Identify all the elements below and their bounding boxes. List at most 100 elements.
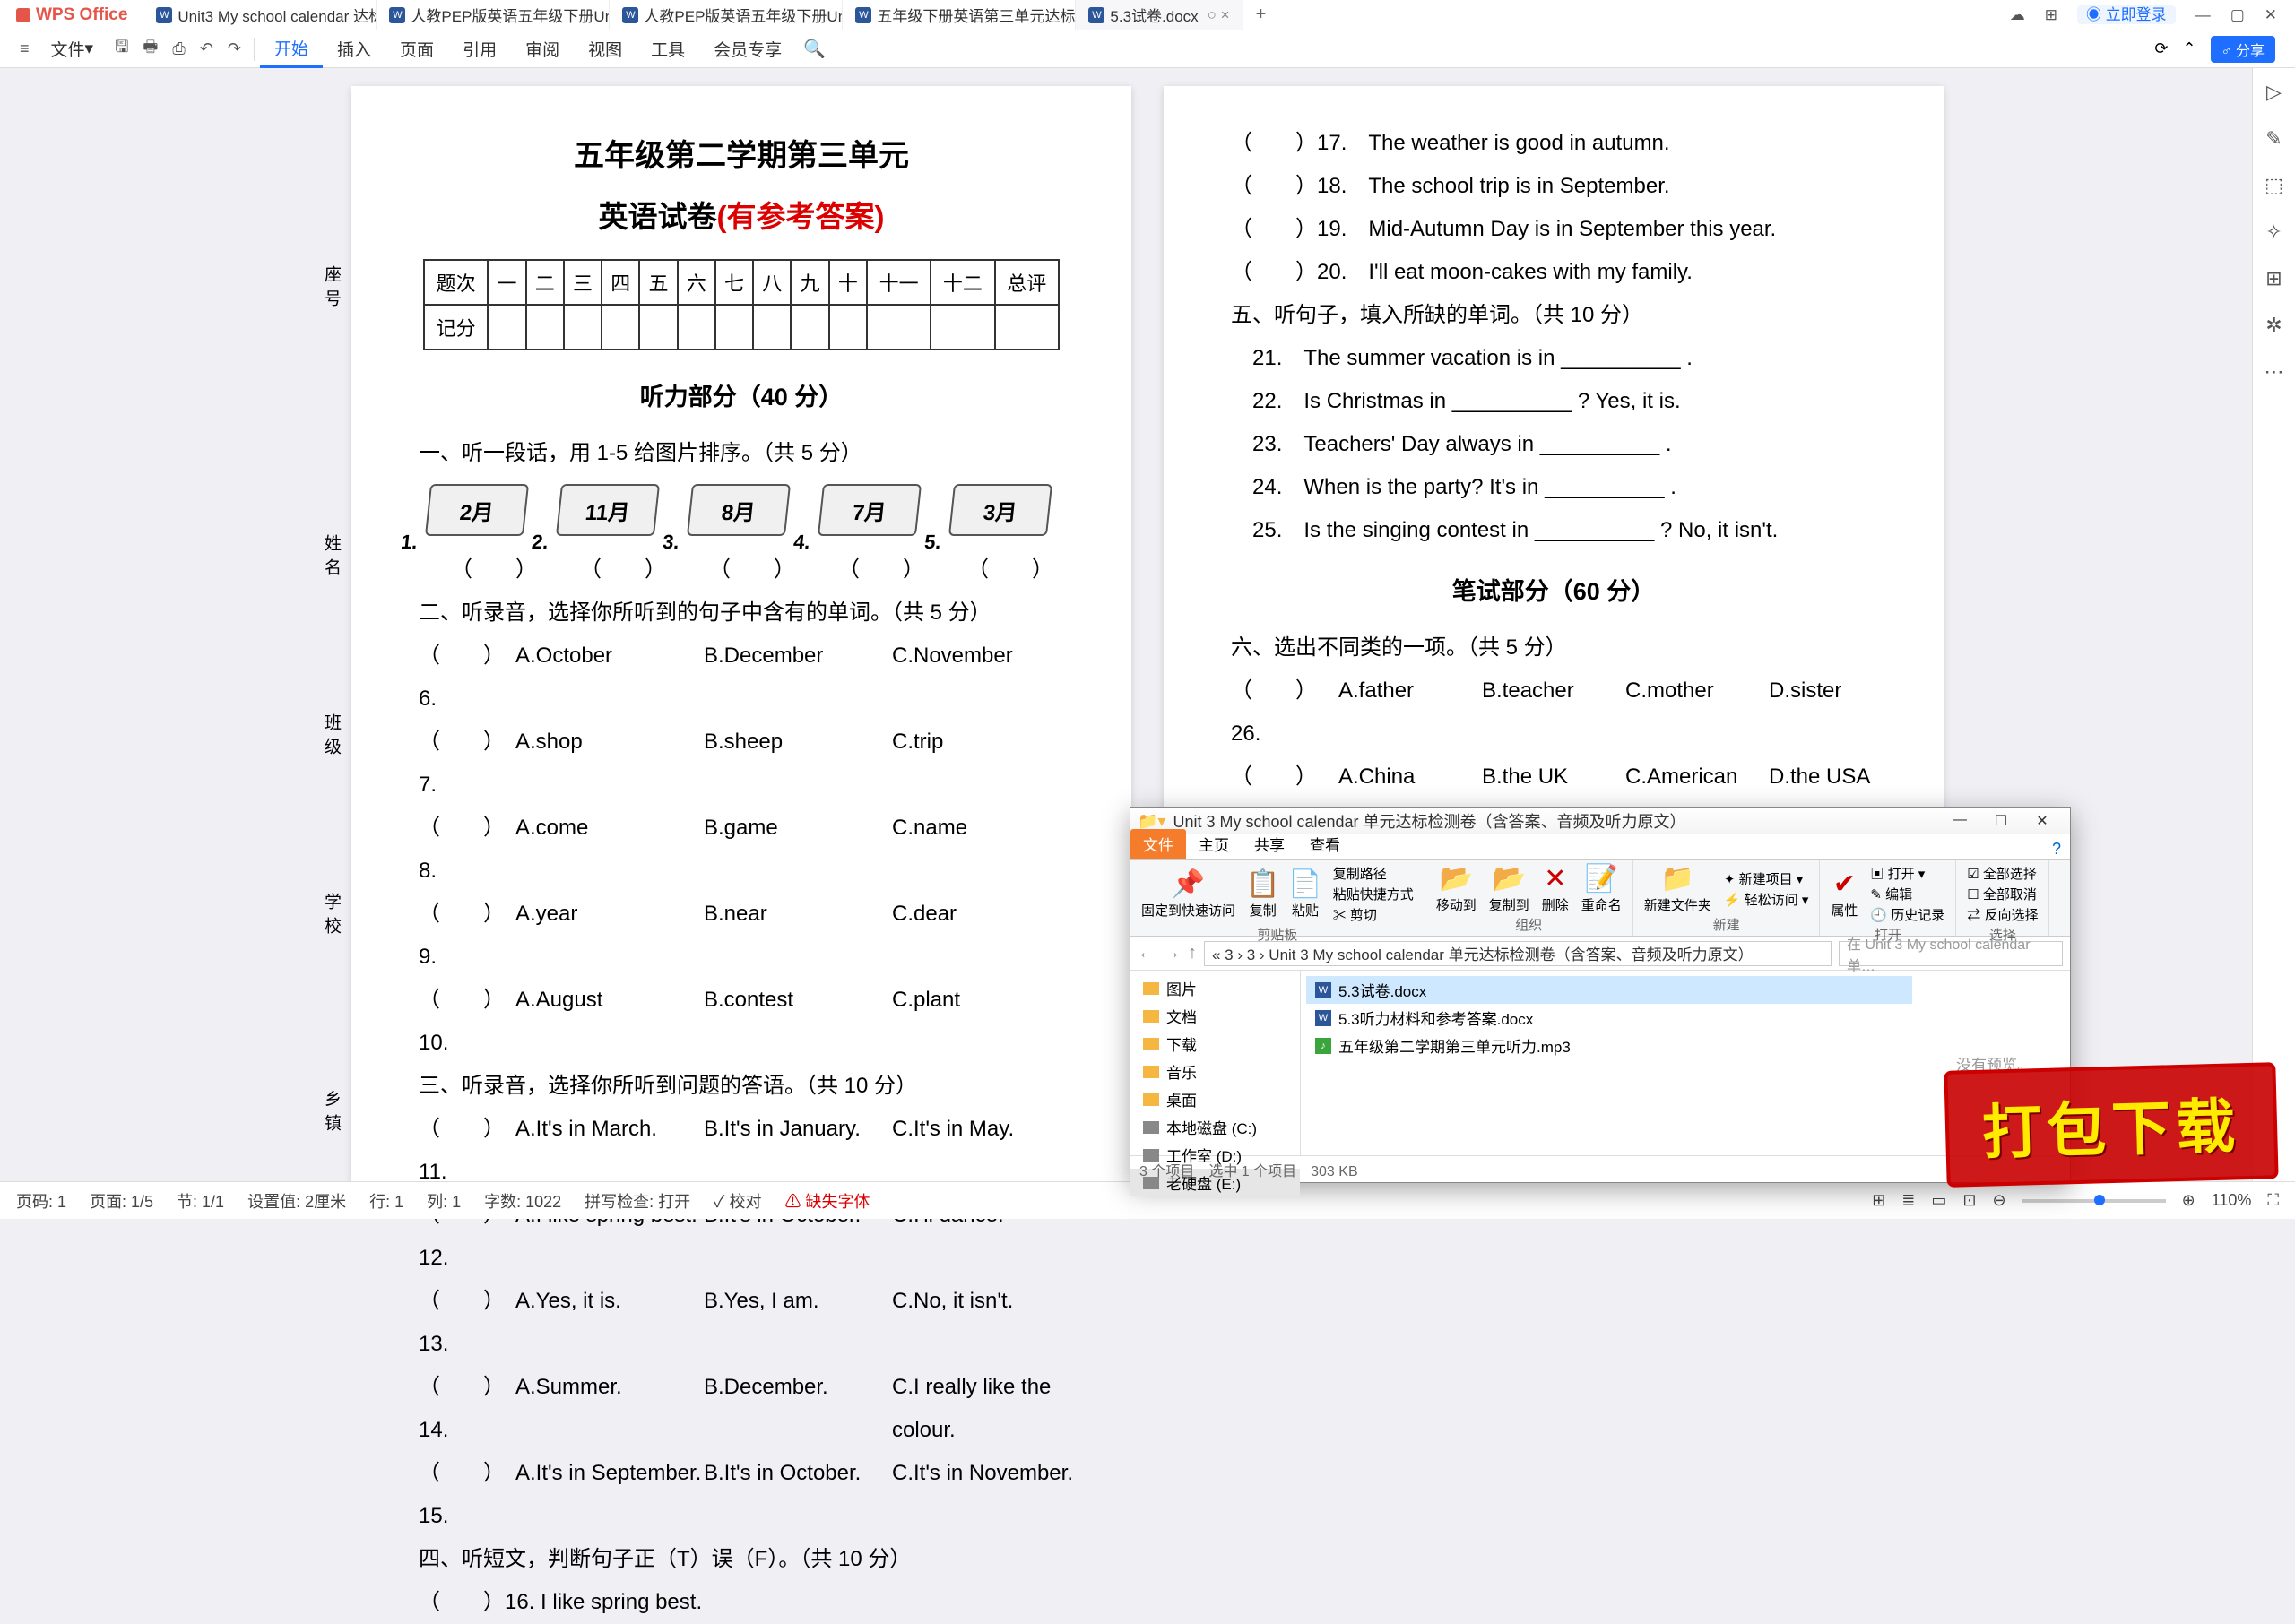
close-icon[interactable]: ○ × xyxy=(1208,6,1230,24)
question-line: （ ）18. The school trip is in September. xyxy=(1222,165,1885,208)
select-invert[interactable]: ⇄ 反向选择 xyxy=(1965,904,2040,925)
view-icon[interactable]: ▭ xyxy=(1931,1191,1946,1210)
doc-tab-active[interactable]: W5.3试卷.docx○ × xyxy=(1076,0,1243,30)
file-list[interactable]: W5.3试卷.docx W5.3听力材料和参考答案.docx ♪五年级第二学期第… xyxy=(1301,971,1918,1155)
copyto-icon[interactable]: 📂 xyxy=(1493,864,1526,894)
file-menu[interactable]: 文件 ▾ xyxy=(37,30,108,68)
paste-shortcut[interactable]: 粘贴快捷方式 xyxy=(1331,884,1416,904)
new-item[interactable]: ✦ 新建项目 ▾ xyxy=(1722,868,1811,889)
zoom-in[interactable]: ⊕ xyxy=(2182,1191,2195,1210)
nav-item[interactable]: 本地磁盘 (C:) xyxy=(1130,1113,1300,1141)
pin-icon[interactable]: ⌃ xyxy=(2182,39,2195,58)
doc-tab[interactable]: W人教PEP版英语五年级下册Unit3Mys… xyxy=(610,0,843,30)
select-none[interactable]: ☐ 全部取消 xyxy=(1965,884,2040,904)
nav-item[interactable]: 图片 xyxy=(1130,974,1300,1002)
minimize-icon[interactable]: — xyxy=(1939,812,1980,830)
app-icon[interactable]: ⊞ xyxy=(2045,7,2057,22)
explorer-status: 3 个项目 选中 1 个项目 303 KB xyxy=(1130,1155,2070,1182)
edit-btn[interactable]: ✎ 编辑 xyxy=(1868,884,1946,904)
select-icon[interactable]: ⬚ xyxy=(2265,174,2283,197)
file-item[interactable]: W5.3试卷.docx xyxy=(1306,976,1912,1004)
redo-icon[interactable]: ↷ xyxy=(221,39,248,58)
back-icon[interactable]: ← xyxy=(1138,943,1156,963)
arrow-icon[interactable]: ▷ xyxy=(2266,81,2282,104)
nav-item[interactable]: 下载 xyxy=(1130,1030,1300,1058)
history-btn[interactable]: 🕘 历史记录 xyxy=(1868,904,1946,925)
status-item: 拼写检查: 打开 xyxy=(585,1189,690,1213)
close-icon[interactable]: ✕ xyxy=(2022,812,2063,830)
tab-start[interactable]: 开始 xyxy=(260,30,323,68)
properties-icon[interactable]: ✔ xyxy=(1833,869,1856,899)
ribbon-tab-file[interactable]: 文件 xyxy=(1130,829,1186,859)
cut[interactable]: ✂ 剪切 xyxy=(1331,904,1416,925)
cloud-icon[interactable]: ☁ xyxy=(2010,7,2025,22)
question-line: 23. Teachers' Day always in __________ . xyxy=(1222,423,1885,466)
menu-icon[interactable]: ≡ xyxy=(13,39,37,58)
path-field[interactable]: « 3 › 3 › Unit 3 My school calendar 单元达标… xyxy=(1204,941,1832,966)
undo-icon[interactable]: ↶ xyxy=(193,39,221,58)
maximize-icon[interactable]: ▢ xyxy=(2230,7,2245,22)
copy-icon[interactable]: 📋 xyxy=(1246,869,1279,899)
tab-page[interactable]: 页面 xyxy=(385,30,448,68)
easy-access[interactable]: ⚡ 轻松访问 ▾ xyxy=(1722,889,1811,910)
nav-item[interactable]: 音乐 xyxy=(1130,1058,1300,1085)
file-item[interactable]: ♪五年级第二学期第三单元听力.mp3 xyxy=(1306,1032,1912,1059)
doc-tab[interactable]: WUnit3 My school calendar 达标检… xyxy=(143,0,377,30)
tab-review[interactable]: 审阅 xyxy=(511,30,574,68)
zoom-out[interactable]: ⊖ xyxy=(1993,1191,2006,1210)
select-all[interactable]: ☑ 全部选择 xyxy=(1965,863,2040,884)
ribbon-tab-share[interactable]: 共享 xyxy=(1242,829,1297,859)
maximize-icon[interactable]: ☐ xyxy=(1980,812,2022,830)
share-button[interactable]: ♂ 分享 xyxy=(2211,36,2275,63)
layout-icon[interactable]: ⊞ xyxy=(2265,267,2282,290)
shapes-icon[interactable]: ✧ xyxy=(2265,220,2282,244)
print-icon[interactable]: 🖶 xyxy=(135,36,165,63)
paste-icon[interactable]: 📄 xyxy=(1288,869,1321,899)
more-icon[interactable]: ⋯ xyxy=(2265,360,2284,384)
close-icon[interactable]: ✕ xyxy=(2265,7,2277,22)
view-icon[interactable]: ≣ xyxy=(1901,1191,1915,1210)
search-icon[interactable]: 🔍 xyxy=(796,38,833,60)
new-folder-icon[interactable]: 📁 xyxy=(1661,864,1694,894)
minimize-icon[interactable]: — xyxy=(2195,7,2211,22)
app-logo: WPS Office xyxy=(0,5,143,25)
delete-icon[interactable]: ✕ xyxy=(1544,864,1566,894)
section-heading: 笔试部分（60 分） xyxy=(1222,572,1885,607)
rename-icon[interactable]: 📝 xyxy=(1585,864,1618,894)
forward-icon[interactable]: → xyxy=(1163,943,1181,963)
edit-icon[interactable]: ✎ xyxy=(2265,127,2282,151)
view-icon[interactable]: ⊡ xyxy=(1962,1191,1976,1210)
doc-tab[interactable]: W五年级下册英语第三单元达标测试卷 xyxy=(843,0,1076,30)
download-stamp[interactable]: 打包下载 xyxy=(1944,1062,2278,1188)
nav-item[interactable]: 桌面 xyxy=(1130,1085,1300,1113)
up-icon[interactable]: ↑ xyxy=(1188,943,1197,963)
nav-pane[interactable]: 图片 文档 下载 音乐 桌面 本地磁盘 (C:) 工作室 (D:) 老硬盘 (E… xyxy=(1130,971,1301,1155)
tab-tools[interactable]: 工具 xyxy=(637,30,699,68)
move-icon[interactable]: 📂 xyxy=(1440,864,1473,894)
open-btn[interactable]: ▣ 打开 ▾ xyxy=(1868,863,1946,884)
copy-path[interactable]: 复制路径 xyxy=(1331,863,1416,884)
save-icon[interactable]: 🖫 xyxy=(108,36,135,63)
ribbon-tab-view[interactable]: 查看 xyxy=(1297,829,1353,859)
login-button[interactable]: ◉ 立即登录 xyxy=(2077,5,2176,24)
file-explorer-window[interactable]: 📁▾ Unit 3 My school calendar 单元达标检测卷（含答案… xyxy=(1130,807,2071,1183)
settings-icon[interactable]: ✲ xyxy=(2265,314,2282,337)
zoom-level[interactable]: 110% xyxy=(2212,1191,2252,1210)
tab-reference[interactable]: 引用 xyxy=(448,30,511,68)
tab-view[interactable]: 视图 xyxy=(574,30,637,68)
sync-icon[interactable]: ⟳ xyxy=(2154,39,2168,58)
ribbon-tab-home[interactable]: 主页 xyxy=(1186,829,1242,859)
tab-vip[interactable]: 会员专享 xyxy=(699,30,796,68)
help-icon[interactable]: ? xyxy=(2052,840,2061,859)
tab-insert[interactable]: 插入 xyxy=(323,30,385,68)
add-tab-button[interactable]: + xyxy=(1243,4,1279,25)
fullscreen-icon[interactable]: ⛶ xyxy=(2267,1191,2279,1210)
doc-tab[interactable]: W人教PEP版英语五年级下册Unit3Mys… xyxy=(377,0,610,30)
view-icon[interactable]: ⊞ xyxy=(1872,1191,1885,1210)
nav-item[interactable]: 文档 xyxy=(1130,1002,1300,1030)
search-input[interactable]: 在 Unit 3 My school calendar 单… xyxy=(1839,941,2063,966)
preview-icon[interactable]: ⎙ xyxy=(165,39,192,58)
pin-icon[interactable]: 📌 xyxy=(1172,869,1205,899)
file-item[interactable]: W5.3听力材料和参考答案.docx xyxy=(1306,1004,1912,1032)
zoom-slider[interactable] xyxy=(2022,1199,2166,1203)
